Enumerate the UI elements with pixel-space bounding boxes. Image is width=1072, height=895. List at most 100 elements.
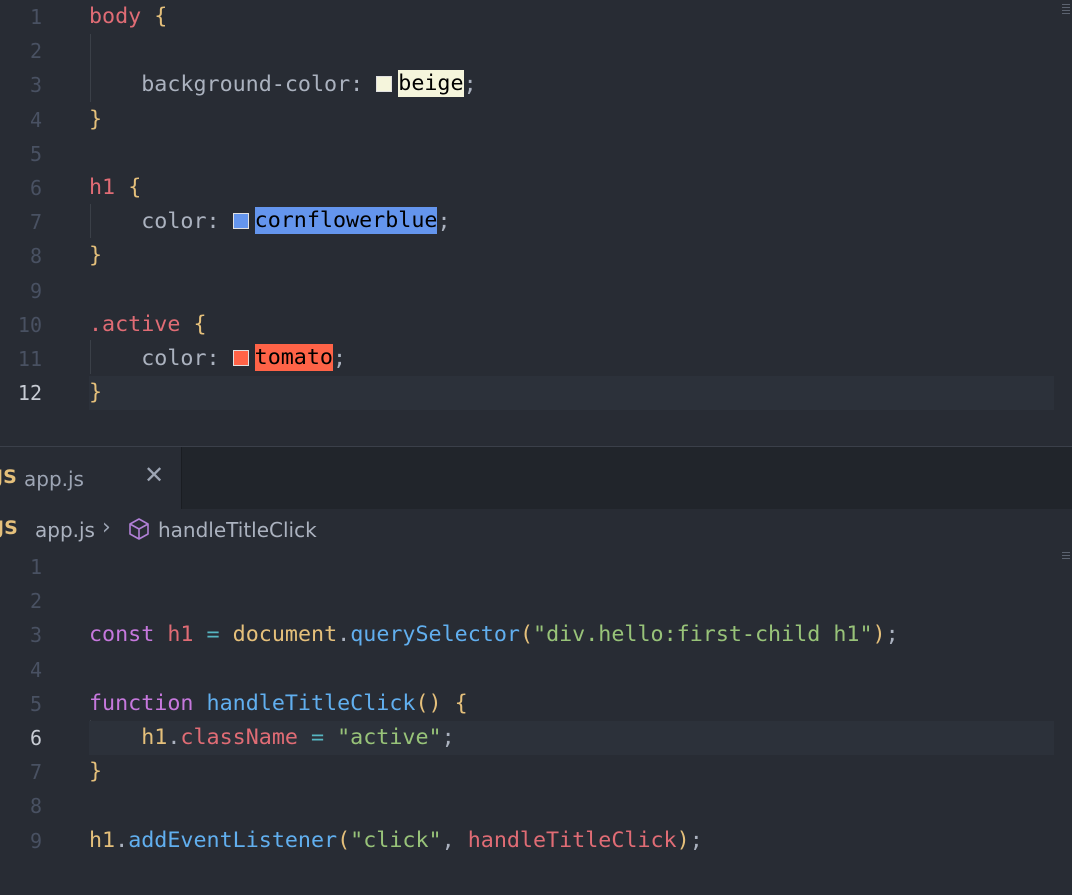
line-number: 3 (29, 73, 42, 98)
line-number: 10 (17, 312, 42, 337)
line-number: 9 (29, 278, 42, 303)
breadcrumb: JS app.js › handleTitleClick (0, 510, 1072, 550)
code-line[interactable]: 11 color: tomato; (0, 342, 1072, 376)
line-number: 4 (29, 657, 42, 682)
code-text[interactable]: h1 { (89, 171, 141, 205)
code-token: addEventListener (128, 827, 338, 853)
code-token: handleTitleClick (467, 827, 677, 853)
code-token: document (232, 622, 338, 648)
code-line[interactable]: 6 h1 { (0, 171, 1072, 205)
javascript-file-icon: JS (0, 517, 18, 539)
code-token: ; (463, 72, 477, 98)
tab-app-js[interactable]: JS app.js ✕ (0, 447, 182, 509)
breadcrumb-symbol[interactable]: handleTitleClick (158, 518, 317, 542)
code-token: h1 (89, 175, 116, 200)
code-line[interactable]: 5 (0, 137, 1072, 171)
code-text[interactable]: } (89, 239, 102, 273)
code-text[interactable]: background-color: beige; (89, 68, 477, 102)
color-swatch[interactable] (232, 350, 249, 366)
line-number: 6 (29, 726, 42, 750)
code-token: "div.hello:first-child h1" (533, 622, 873, 648)
code-text[interactable]: function handleTitleClick() { (89, 687, 468, 721)
line-number: 11 (17, 347, 42, 371)
code-text[interactable]: } (89, 376, 102, 410)
color-swatch[interactable] (376, 76, 393, 93)
code-token: ( (337, 827, 351, 853)
code-token: () (415, 690, 442, 716)
code-line[interactable]: 9 h1.addEventListener("click", handleTitl… (0, 824, 1072, 858)
line-number: 2 (29, 589, 42, 614)
code-token: { (154, 4, 168, 29)
code-token: beige (398, 70, 464, 98)
line-number: 4 (29, 107, 42, 132)
line-number: 2 (29, 39, 42, 64)
code-token: . (167, 725, 181, 750)
close-icon[interactable]: ✕ (144, 461, 164, 489)
js-editor-pane[interactable]: 1 2 3 const h1 = document.querySelector("di… (0, 550, 1072, 895)
code-token: function (89, 690, 194, 716)
breadcrumb-file[interactable]: app.js (35, 518, 95, 542)
code-line[interactable]: 9 (0, 274, 1072, 308)
code-token: "active" (337, 725, 442, 750)
css-editor-pane[interactable]: 1 body {2 3 background-color: beige; 4} 5 6 h1… (0, 0, 1072, 446)
code-token: { (128, 175, 142, 200)
code-token: h1 (167, 622, 194, 648)
line-number: 6 (29, 176, 42, 200)
line-number: 7 (29, 210, 42, 235)
code-line[interactable]: 4 (0, 653, 1072, 687)
code-line[interactable]: 4} (0, 103, 1072, 137)
code-token: } (89, 380, 103, 406)
color-swatch[interactable] (232, 213, 249, 230)
code-line[interactable]: 1 (0, 550, 1072, 584)
editor-tab-bar: JS app.js ✕ (0, 447, 1072, 509)
code-token: ; (441, 725, 455, 750)
code-line[interactable]: 7} (0, 755, 1072, 789)
code-token: } (89, 106, 103, 132)
code-line[interactable]: 5 function handleTitleClick() { (0, 687, 1072, 721)
code-token: , (441, 827, 468, 853)
code-text[interactable]: const h1 = document.querySelector("div.h… (89, 618, 899, 652)
code-line[interactable]: 1 body { (0, 0, 1072, 34)
code-text[interactable]: .active { (89, 308, 207, 342)
code-token: body (89, 4, 142, 29)
code-text[interactable]: color: tomato; (89, 342, 346, 376)
code-token: cornflowerblue (254, 207, 438, 235)
code-text[interactable]: h1.className = "active"; (89, 721, 455, 755)
code-line[interactable]: 2 (0, 584, 1072, 618)
code-line[interactable]: 7 color: cornflowerblue; (0, 205, 1072, 239)
code-token: ; (689, 827, 703, 853)
code-token: color: (89, 346, 233, 371)
code-token: . (337, 622, 351, 648)
code-text[interactable]: } (89, 755, 102, 789)
code-line[interactable]: 6 h1.className = "active"; (0, 721, 1072, 755)
code-text[interactable]: } (89, 103, 102, 137)
line-number: 12 (17, 381, 42, 406)
code-line[interactable]: 3 background-color: beige; (0, 68, 1072, 102)
line-number: 9 (29, 828, 42, 853)
code-token: } (89, 759, 103, 785)
code-token: ( (519, 622, 534, 648)
code-token: querySelector (350, 622, 520, 648)
code-line[interactable]: 2 (0, 34, 1072, 68)
code-line[interactable]: 12} (0, 376, 1072, 411)
line-number: 1 (29, 555, 42, 579)
code-token: ) (676, 827, 690, 853)
code-text[interactable]: h1.addEventListener("click", handleTitle… (89, 824, 703, 858)
code-text[interactable]: body { (89, 0, 167, 34)
code-line[interactable]: 3 const h1 = document.querySelector("div.… (0, 618, 1072, 652)
code-token: { (193, 311, 207, 337)
code-text[interactable]: color: cornflowerblue; (89, 205, 451, 239)
code-token: h1 (141, 725, 168, 750)
code-line[interactable]: 8} (0, 239, 1072, 273)
line-number: 8 (29, 794, 42, 819)
code-line[interactable]: 8 (0, 789, 1072, 823)
code-token: = (206, 622, 220, 648)
code-line[interactable]: 10 .active { (0, 308, 1072, 342)
chevron-right-icon: › (102, 515, 111, 540)
